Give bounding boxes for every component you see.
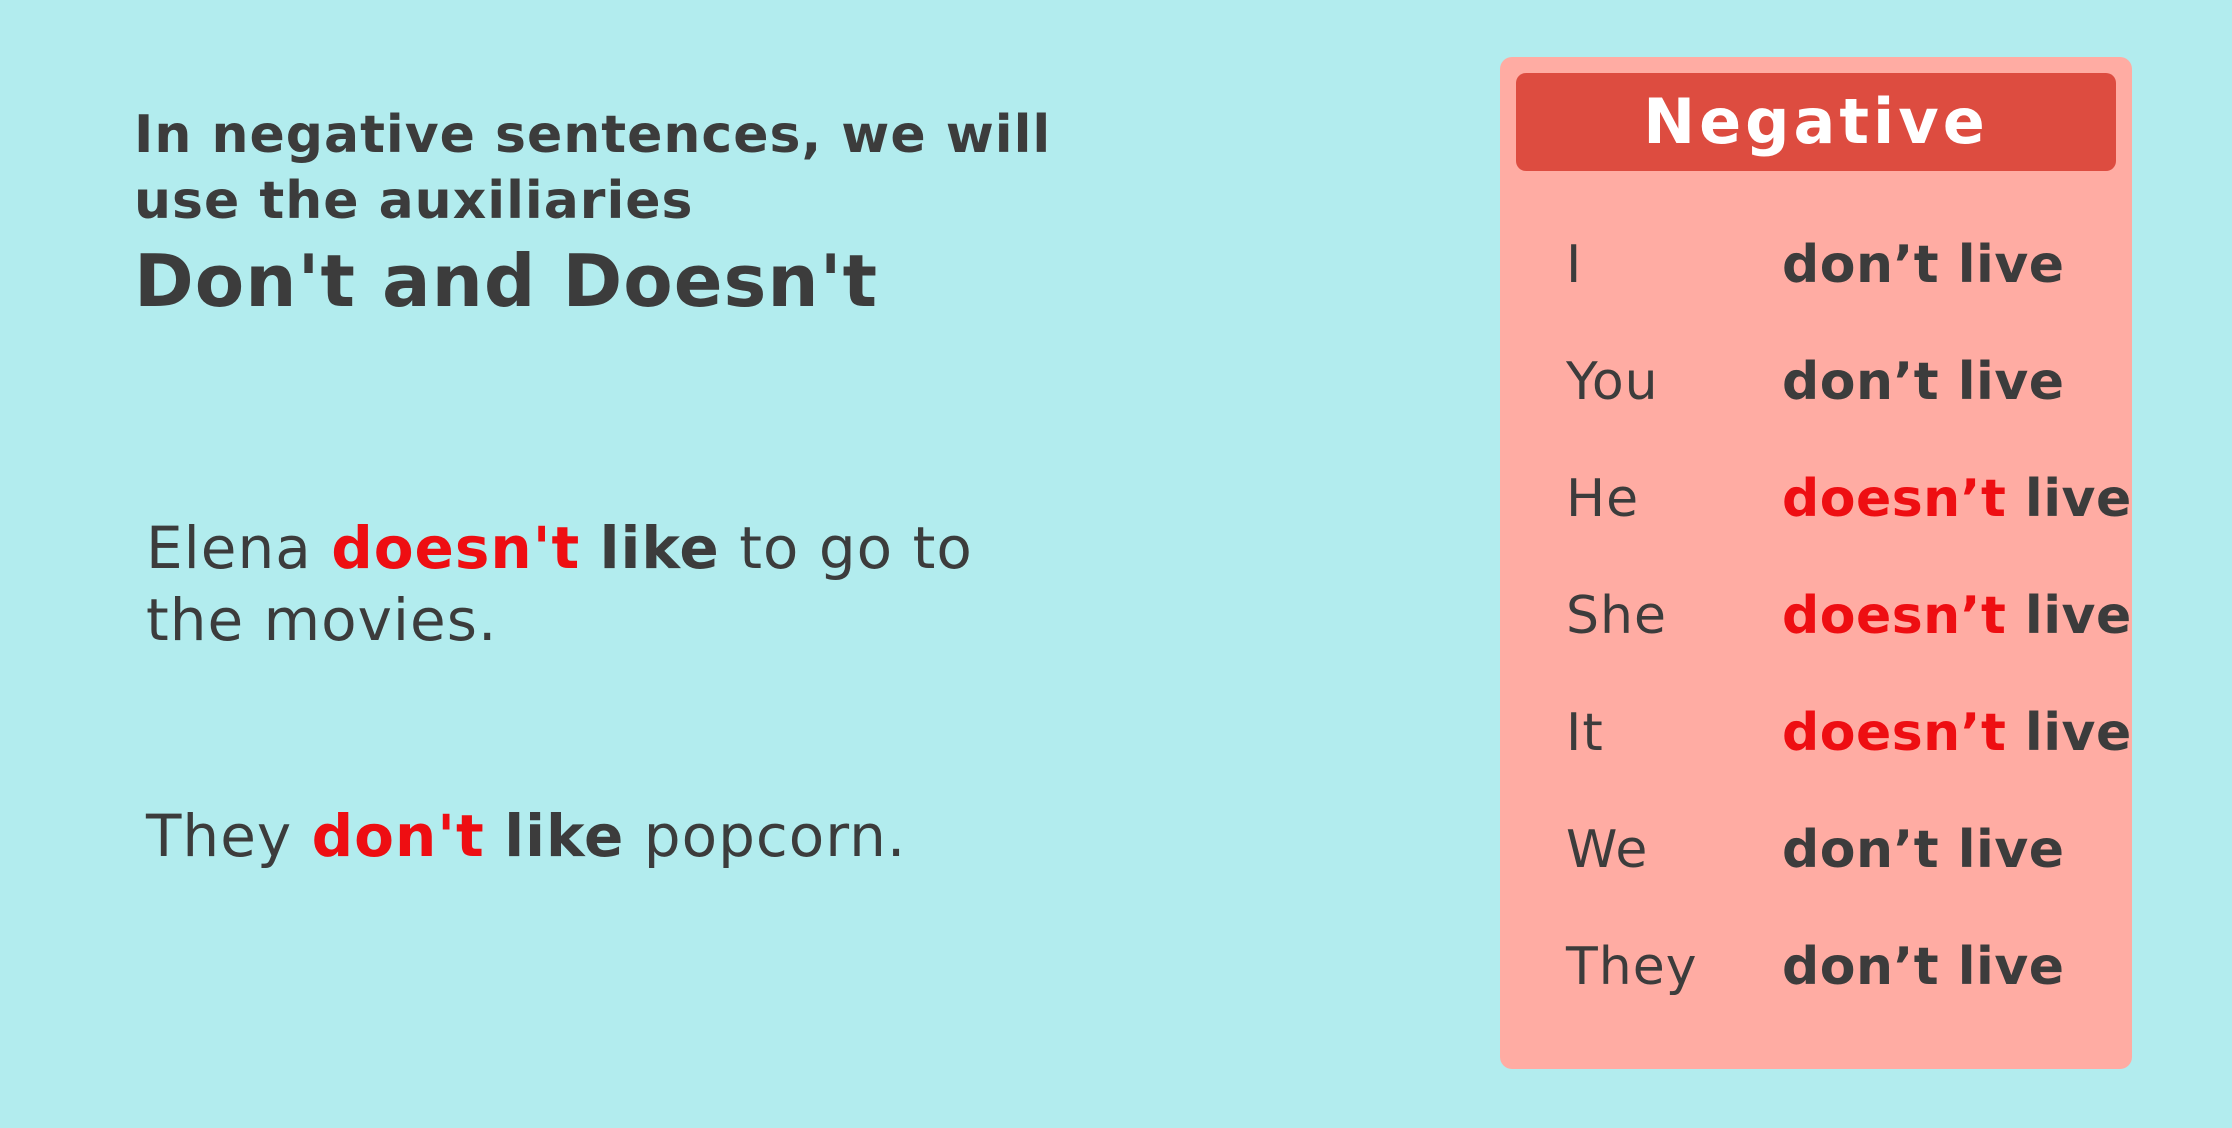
row-pronoun: They bbox=[1566, 937, 1698, 997]
row-pronoun: She bbox=[1566, 586, 1667, 646]
row-form: doesn’t live bbox=[1782, 675, 2132, 792]
conjugation-row: He doesn’t live bbox=[1500, 441, 2132, 558]
row-auxiliary: doesn’t bbox=[1782, 586, 2007, 646]
example-1-subject: Elena bbox=[146, 514, 312, 582]
conjugation-row: I don’t live bbox=[1500, 207, 2132, 324]
row-verb: live bbox=[2024, 586, 2132, 646]
intro-line-1: In negative sentences, we will bbox=[134, 105, 1052, 165]
row-form: don’t live bbox=[1782, 207, 2065, 324]
row-form: doesn’t live bbox=[1782, 558, 2132, 675]
row-form: don’t live bbox=[1782, 324, 2065, 441]
row-form: doesn’t live bbox=[1782, 441, 2132, 558]
row-auxiliary: don’t bbox=[1782, 820, 1940, 880]
row-auxiliary: don’t bbox=[1782, 235, 1940, 295]
row-auxiliary: don’t bbox=[1782, 937, 1940, 997]
row-pronoun: You bbox=[1566, 352, 1659, 412]
example-sentence-2: They don't like popcorn. bbox=[146, 800, 1066, 872]
row-pronoun: It bbox=[1566, 703, 1604, 763]
row-pronoun: He bbox=[1566, 469, 1640, 529]
intro-block: In negative sentences, we will use the a… bbox=[134, 102, 1094, 326]
example-1-rest: to go to bbox=[739, 514, 973, 582]
example-2-auxiliary: don't bbox=[311, 802, 485, 870]
example-1-auxiliary: doesn't bbox=[331, 514, 581, 582]
conjugation-row: You don’t live bbox=[1500, 324, 2132, 441]
row-verb: live bbox=[1957, 352, 2065, 412]
row-form: don’t live bbox=[1782, 909, 2065, 1026]
row-verb: live bbox=[2024, 703, 2132, 763]
row-verb: live bbox=[2024, 469, 2132, 529]
conjugation-row: She doesn’t live bbox=[1500, 558, 2132, 675]
intro-title: Don't and Doesn't bbox=[134, 239, 879, 323]
negative-conjugation-panel: Negative I don’t live You don’t live He … bbox=[1500, 57, 2132, 1069]
intro-line-2: use the auxiliaries bbox=[134, 171, 694, 231]
conjugation-row: They don’t live bbox=[1500, 909, 2132, 1026]
row-auxiliary: doesn’t bbox=[1782, 469, 2007, 529]
row-verb: live bbox=[1957, 820, 2065, 880]
example-1-verb: like bbox=[599, 514, 720, 582]
panel-header: Negative bbox=[1516, 73, 2116, 171]
row-verb: live bbox=[1957, 235, 2065, 295]
row-auxiliary: don’t bbox=[1782, 352, 1940, 412]
example-sentence-1: Elena doesn't like to go to the movies. bbox=[146, 512, 1066, 656]
conjugation-row: It doesn’t live bbox=[1500, 675, 2132, 792]
conjugation-rows: I don’t live You don’t live He doesn’t l… bbox=[1500, 207, 2132, 1026]
example-2-subject: They bbox=[146, 802, 293, 870]
conjugation-row: We don’t live bbox=[1500, 792, 2132, 909]
row-auxiliary: doesn’t bbox=[1782, 703, 2007, 763]
row-form: don’t live bbox=[1782, 792, 2065, 909]
example-1-line-1: Elena doesn't like to go to bbox=[146, 512, 1066, 584]
row-pronoun: We bbox=[1566, 820, 1649, 880]
example-2-rest: popcorn. bbox=[643, 802, 907, 870]
example-2-verb: like bbox=[504, 802, 625, 870]
row-verb: live bbox=[1957, 937, 2065, 997]
example-1-line-2: the movies. bbox=[146, 586, 498, 654]
row-pronoun: I bbox=[1566, 235, 1583, 295]
